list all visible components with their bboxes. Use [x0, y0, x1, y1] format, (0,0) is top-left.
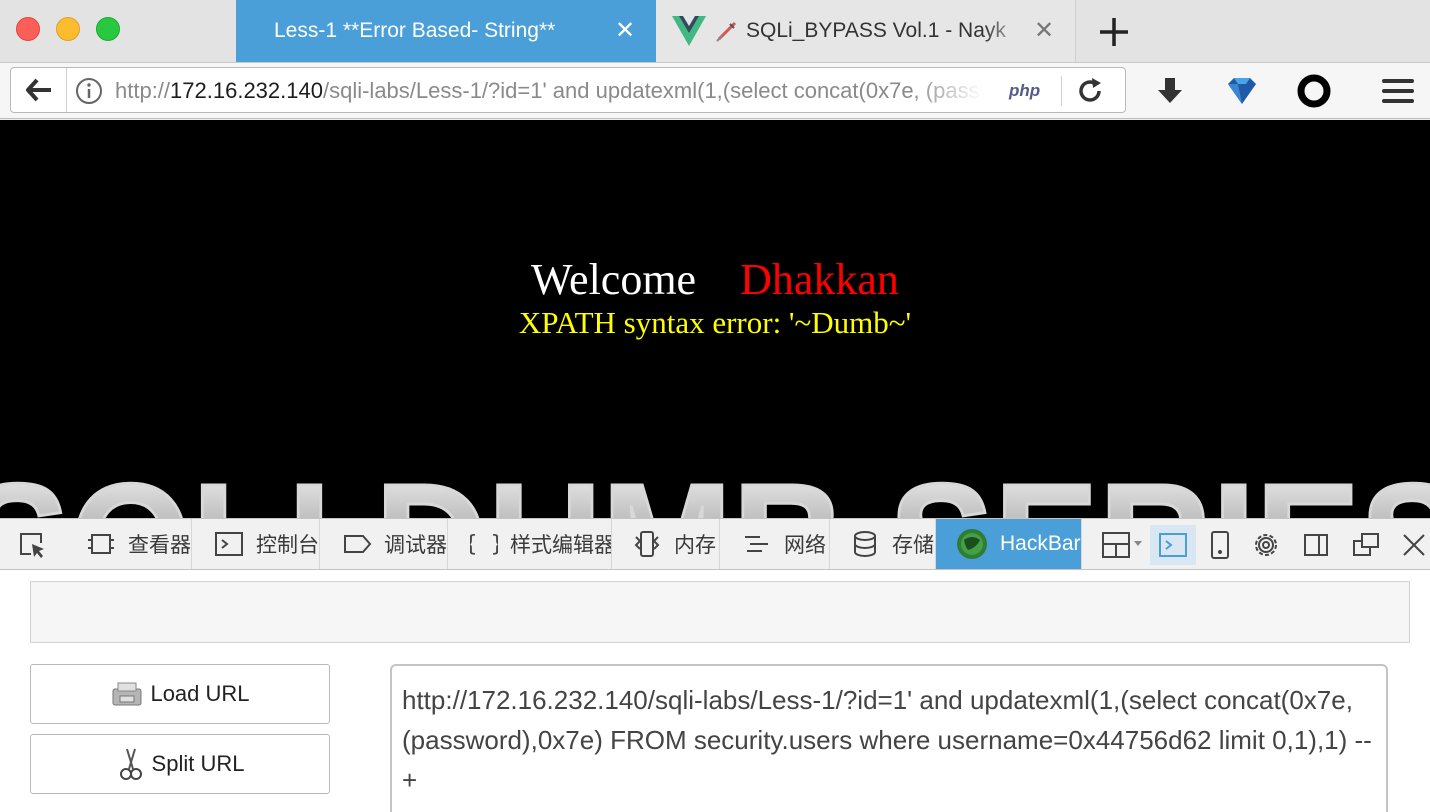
- tab-title: Less-1 **Error Based- String**: [274, 19, 556, 42]
- back-button[interactable]: [11, 68, 67, 112]
- tab-strip: Less-1 **Error Based- String** ✕ SQLi_BY…: [0, 0, 1430, 63]
- vue-icon: [672, 16, 706, 46]
- navigation-toolbar: http://172.16.232.140/sqli-labs/Less-1/?…: [0, 63, 1430, 119]
- tab-style-editor[interactable]: { } 样式编辑器: [448, 519, 612, 569]
- settings-icon[interactable]: [1246, 525, 1286, 565]
- diamond-icon[interactable]: [1222, 71, 1262, 111]
- split-console-icon[interactable]: [1150, 525, 1196, 565]
- responsive-icon[interactable]: [1200, 525, 1240, 565]
- tab-sqli-bypass[interactable]: SQLi_BYPASS Vol.1 - Nayk ✕: [656, 0, 1076, 62]
- welcome-name: Dhakkan: [740, 255, 899, 304]
- tab-label: 内存: [674, 534, 716, 557]
- circle-icon[interactable]: [1294, 71, 1334, 111]
- web-page: Welcome Dhakkan XPATH syntax error: '~Dum…: [0, 120, 1430, 518]
- tab-label: 样式编辑器: [510, 534, 611, 557]
- url-path: /sqli-labs/Less-1/?id=1' and updatexml(1…: [322, 78, 983, 103]
- banner-text: SQLI DUMB SERIES: [0, 452, 1430, 518]
- tab-title: SQLi_BYPASS Vol.1 - Nayk: [746, 19, 1006, 42]
- window-zoom-button[interactable]: [96, 17, 120, 41]
- tab-debugger[interactable]: 调试器: [320, 519, 448, 569]
- tab-less-1[interactable]: Less-1 **Error Based- String** ✕: [236, 0, 656, 62]
- sidebar-icon[interactable]: [1296, 525, 1336, 565]
- info-icon[interactable]: [75, 77, 103, 105]
- undock-icon[interactable]: [1346, 525, 1386, 565]
- devtools-toolbar: 查看器 控制台 调试器 { } 样式编辑器 内存 网络: [0, 518, 1430, 570]
- layout-icon[interactable]: [1098, 525, 1148, 565]
- inspector-icon: [88, 534, 114, 554]
- welcome-text: Welcome: [531, 255, 697, 304]
- picker-icon[interactable]: [12, 525, 52, 565]
- url-bar[interactable]: http://172.16.232.140/sqli-labs/Less-1/?…: [10, 67, 1126, 113]
- url-text[interactable]: http://172.16.232.140/sqli-labs/Less-1/?…: [115, 78, 983, 104]
- url-prefix: http://: [115, 78, 171, 103]
- tab-close-icon[interactable]: ✕: [1031, 18, 1057, 44]
- load-url-button[interactable]: Load URL: [30, 664, 330, 724]
- url-host: 172.16.232.140: [170, 78, 323, 103]
- hackbar-url-textarea[interactable]: http://172.16.232.140/sqli-labs/Less-1/?…: [390, 664, 1388, 812]
- tab-label: HackBar: [1000, 532, 1081, 555]
- back-icon: [25, 78, 51, 102]
- split-url-label: Split URL: [151, 751, 245, 776]
- console-icon: [215, 532, 243, 556]
- network-icon: [745, 536, 768, 552]
- tab-inspector[interactable]: 查看器: [66, 519, 192, 569]
- syringe-icon: [716, 21, 737, 42]
- php-badge[interactable]: php: [1009, 81, 1040, 101]
- debugger-icon: [344, 535, 372, 553]
- tab-label: 存储: [892, 534, 934, 557]
- url-separator: [1061, 76, 1062, 106]
- tab-close-icon[interactable]: ✕: [612, 18, 638, 44]
- hackbar-panel: Load URL Split URL http://172.16.232.140…: [0, 570, 1430, 812]
- tab-label: 网络: [784, 534, 826, 557]
- welcome-heading: Welcome Dhakkan: [0, 254, 1430, 305]
- storage-icon: [854, 531, 876, 557]
- download-icon[interactable]: [1150, 71, 1190, 111]
- menu-icon[interactable]: [1378, 71, 1418, 111]
- tab-label: 查看器: [128, 534, 191, 557]
- hackbar-icon: [957, 529, 987, 559]
- sqli-dumb-series-banner: SQLI DUMB SERIES: [0, 452, 1430, 518]
- tab-memory[interactable]: 内存: [612, 519, 720, 569]
- style-editor-icon: { }: [470, 532, 498, 557]
- tab-storage[interactable]: 存储: [830, 519, 936, 569]
- tab-network[interactable]: 网络: [720, 519, 830, 569]
- hackbar-toolbar: [30, 581, 1410, 643]
- load-url-icon: [112, 682, 142, 706]
- window-minimize-button[interactable]: [56, 17, 80, 41]
- reload-icon[interactable]: [1075, 76, 1105, 106]
- xpath-error-message: XPATH syntax error: '~Dumb~': [518, 305, 912, 340]
- new-tab-icon[interactable]: [1094, 12, 1134, 52]
- svg-text:{ }: { }: [470, 532, 498, 557]
- memory-icon: [634, 531, 660, 557]
- tab-label: 控制台: [256, 534, 319, 557]
- scissors-icon: [119, 748, 142, 780]
- tab-console[interactable]: 控制台: [192, 519, 320, 569]
- tab-label: 调试器: [384, 534, 447, 557]
- tab-hackbar[interactable]: HackBar: [936, 519, 1082, 569]
- split-url-button[interactable]: Split URL: [30, 734, 330, 794]
- close-devtools-icon[interactable]: [1394, 525, 1430, 565]
- load-url-label: Load URL: [150, 681, 250, 706]
- window-close-button[interactable]: [16, 17, 40, 41]
